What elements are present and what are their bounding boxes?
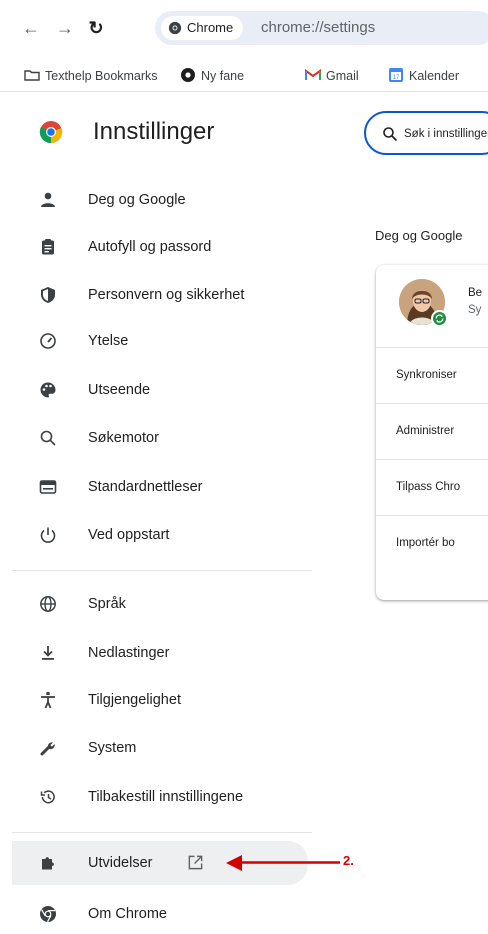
sidebar-item-system[interactable]: System <box>12 728 308 768</box>
search-placeholder: Søk i innstillinger <box>404 128 488 140</box>
bookmarks-bar: Texthelp Bookmarks Ny fane Gmail 17 Kale… <box>0 58 488 92</box>
forward-icon[interactable]: → <box>54 17 76 39</box>
sidebar-item-label: Ytelse <box>88 333 129 349</box>
bookmark-label: Texthelp Bookmarks <box>45 69 158 83</box>
sidebar-divider <box>12 832 312 833</box>
clipboard-icon <box>42 239 54 255</box>
sidebar-item-label: Standardnettleser <box>88 479 203 495</box>
sidebar-item-nedlastinger[interactable]: Nedlastinger <box>12 633 308 673</box>
sidebar-item-tilgjengelighet[interactable]: Tilgjengelighet <box>12 680 308 720</box>
sidebar-item-label: Søkemotor <box>88 430 159 446</box>
browser-window-icon <box>39 480 57 494</box>
sidebar-item-label: Personvern og sikkerhet <box>88 287 245 303</box>
card-row-synkroniser[interactable]: Synkroniser <box>376 347 488 403</box>
bookmark-kalender[interactable]: 17 Kalender <box>388 67 459 84</box>
annotation-arrow <box>226 855 340 871</box>
history-icon <box>40 790 55 804</box>
account-name: Be <box>468 287 483 299</box>
account-sync-status: Sy <box>468 304 482 316</box>
account-card: Be Sy Synkroniser Administrer Tilpass Ch… <box>376 265 488 600</box>
card-row-importer[interactable]: Importér bo <box>376 515 488 571</box>
chrome-logo-icon <box>39 121 63 144</box>
sidebar-item-label: Språk <box>88 596 126 612</box>
sidebar-item-autofyll[interactable]: Autofyll og passord <box>12 227 308 267</box>
browser-toolbar: ← → ↻ Chrome chrome://settings <box>0 0 488 56</box>
folder-icon <box>24 70 40 81</box>
card-row-label: Tilpass Chro <box>396 481 461 493</box>
sidebar-item-label: Tilbakestill innstillingene <box>88 789 244 805</box>
settings-search-input[interactable]: Søk i innstillinger <box>364 111 488 155</box>
sidebar-item-label: Utseende <box>88 382 151 398</box>
sidebar-item-label: Nedlastinger <box>88 645 170 661</box>
card-row-label: Administrer <box>396 425 455 437</box>
sidebar-item-label: Ved oppstart <box>88 527 170 543</box>
accessibility-icon <box>41 691 55 709</box>
sidebar-item-sprak[interactable]: Språk <box>12 584 308 624</box>
sidebar-item-standardnettleser[interactable]: Standardnettleser <box>12 467 308 507</box>
site-chip-label: Chrome <box>187 20 234 35</box>
puzzle-icon <box>42 857 54 870</box>
globe-icon <box>40 596 56 612</box>
annotation-label: 2. <box>343 853 354 868</box>
shield-icon <box>41 287 55 303</box>
sidebar-item-ved-oppstart[interactable]: Ved oppstart <box>12 515 308 555</box>
account-row[interactable]: Be Sy <box>376 265 488 347</box>
search-icon <box>40 430 56 446</box>
sidebar-item-label: Autofyll og passord <box>88 239 212 255</box>
person-icon <box>41 192 55 207</box>
card-row-administrer[interactable]: Administrer <box>376 403 488 459</box>
sidebar-divider <box>12 570 312 571</box>
sidebar-item-tilbakestill[interactable]: Tilbakestill innstillingene <box>12 777 308 817</box>
download-icon <box>42 646 54 660</box>
section-title: Deg og Google <box>375 228 463 243</box>
gmail-icon <box>305 69 321 80</box>
page-title: Innstillinger <box>93 118 215 145</box>
sidebar-item-utseende[interactable]: Utseende <box>12 370 308 410</box>
bookmark-texthelp[interactable]: Texthelp Bookmarks <box>24 67 158 84</box>
sidebar-item-label: Deg og Google <box>88 192 186 208</box>
sidebar-item-label: Om Chrome <box>88 906 167 922</box>
sidebar-item-sokemotor[interactable]: Søkemotor <box>12 418 308 458</box>
card-row-tilpass[interactable]: Tilpass Chro <box>376 459 488 515</box>
reload-icon[interactable]: ↻ <box>85 17 107 39</box>
sidebar-item-ytelse[interactable]: Ytelse <box>12 321 308 361</box>
chrome-icon <box>40 906 56 923</box>
speedometer-icon <box>40 333 56 349</box>
sidebar-item-label: Utvidelser <box>88 855 153 871</box>
card-row-label: Importér bo <box>396 537 455 549</box>
search-icon <box>383 127 398 142</box>
bookmark-label: Gmail <box>326 69 359 83</box>
url-text[interactable]: chrome://settings <box>261 11 375 45</box>
bookmark-label: Ny fane <box>201 69 245 83</box>
palette-icon <box>40 382 56 398</box>
chrome-icon <box>181 68 195 82</box>
sidebar-item-label: Tilgjengelighet <box>88 692 181 708</box>
bookmark-ny-fane[interactable]: Ny fane <box>180 67 244 84</box>
calendar-icon: 17 <box>389 68 403 82</box>
sidebar-item-label: System <box>88 740 137 756</box>
power-icon <box>40 527 56 543</box>
svg-text:17: 17 <box>393 75 400 81</box>
card-row-label: Synkroniser <box>396 369 457 381</box>
site-chip[interactable]: Chrome <box>161 16 244 40</box>
wrench-icon <box>40 742 55 756</box>
back-icon[interactable]: ← <box>20 17 42 39</box>
bookmark-label: Kalender <box>409 69 460 83</box>
sidebar-item-personvern[interactable]: Personvern og sikkerhet <box>12 275 308 315</box>
chrome-icon <box>168 21 182 35</box>
sidebar-item-om-chrome[interactable]: Om Chrome <box>12 894 308 934</box>
bookmark-gmail[interactable]: Gmail <box>305 67 359 84</box>
sync-icon <box>431 310 448 327</box>
address-bar[interactable]: Chrome chrome://settings <box>155 11 488 45</box>
open-in-new-icon[interactable] <box>187 854 204 871</box>
sidebar-item-deg-og-google[interactable]: Deg og Google <box>12 180 308 220</box>
